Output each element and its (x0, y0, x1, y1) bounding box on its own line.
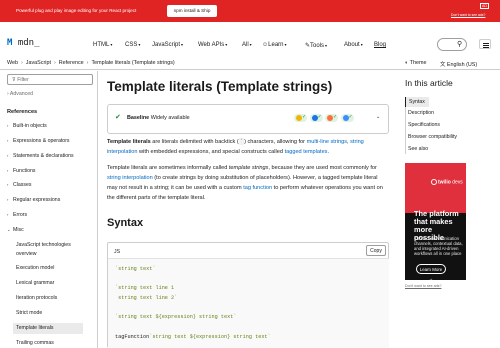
search-button[interactable]: ⚲ (437, 38, 467, 51)
ad-image (405, 163, 466, 213)
chrome-icon: ✓ (294, 114, 307, 122)
sidebar-heading: References (7, 109, 38, 115)
promo-button[interactable]: npm install & Ship (167, 5, 217, 17)
sidebar-item-errors[interactable]: › Errors (7, 212, 27, 218)
code-line: `string text` (115, 266, 156, 272)
sidebar-item-iteration-protocols[interactable]: Iteration protocols (16, 295, 86, 301)
chevron-down-icon: ▾ (138, 42, 141, 47)
tag-function-link[interactable]: tag function (243, 185, 272, 191)
toc-item-description[interactable]: Description (405, 110, 434, 116)
sidebar-item-built-in-objects[interactable]: › Built-in objects (7, 123, 47, 129)
no-ads-link[interactable]: Don't want to see ads? (451, 13, 485, 17)
chevron-down-icon: ▾ (284, 42, 287, 47)
string-interpolation-link-2[interactable]: string interpolation (107, 175, 153, 181)
menu-icon[interactable] (479, 39, 491, 49)
nav-css[interactable]: CSS▾ (125, 42, 140, 48)
firefox-icon: ✓ (325, 114, 338, 122)
copy-button[interactable]: Copy (366, 245, 386, 256)
sidebar-item-classes[interactable]: › Classes (7, 182, 31, 188)
code-line: `string text line 1 (115, 285, 175, 291)
promo-text: Powerful plug and play image editing for… (16, 8, 137, 13)
chevron-down-icon: ▾ (225, 42, 228, 47)
sidebar-ad[interactable]: twilio devs The platform that makes more… (405, 163, 466, 280)
theme-icon: ◐ (405, 60, 409, 66)
arrow-right-icon: → (428, 276, 434, 280)
advanced-toggle[interactable]: › Advanced (7, 91, 33, 97)
page-title: Template literals (Template strings) (107, 79, 333, 94)
sidebar-filter-input[interactable]: ⊽ Filter (7, 74, 93, 85)
nav-html[interactable]: HTML▾ (93, 42, 112, 48)
nav-javascript[interactable]: JavaScript▾ (152, 42, 183, 48)
chevron-down-icon: ▾ (181, 42, 184, 47)
syntax-heading: Syntax (107, 217, 144, 229)
baseline-banner[interactable]: ✔ Baseline Widely available ✓ ✓ ✓ ✓ ⌄ (107, 104, 389, 134)
logo-mark: M (7, 38, 13, 48)
nav-learn[interactable]: ☺Learn▾ (262, 42, 287, 48)
nav-web-apis[interactable]: Web APIs▾ (198, 42, 227, 48)
code-language: JS (114, 249, 121, 255)
code-header: JS Copy (108, 243, 389, 259)
code-line: string text line 2` (115, 295, 178, 301)
nav-all[interactable]: All▾ (242, 42, 252, 48)
check-icon: ✔ (115, 114, 121, 121)
multi-line-strings-link[interactable]: multi-line strings (307, 139, 347, 145)
no-ads-link-side[interactable]: Don't want to see ads? (405, 284, 441, 288)
breadcrumb: Web › JavaScript › Reference › Template litera… (7, 60, 175, 66)
safari-icon: ✓ (340, 114, 354, 122)
ad-learn-more-button[interactable]: Learn More → (416, 264, 446, 280)
breadcrumb-reference[interactable]: Reference (59, 60, 84, 66)
nav-blog[interactable]: Blog (374, 42, 386, 48)
sidebar-item-template-literals[interactable]: Template literals (13, 323, 83, 334)
sidebar-item-statements[interactable]: › Statements & declarations (7, 153, 74, 159)
sidebar-item-expressions[interactable]: › Expressions & operators (7, 138, 70, 144)
ad-label: AD (480, 3, 489, 9)
theme-switcher[interactable]: ◐ Theme (405, 60, 426, 66)
sidebar-item-functions[interactable]: › Functions (7, 168, 36, 174)
search-icon: ⚲ (457, 41, 463, 48)
toc-item-see-also[interactable]: See also (405, 146, 428, 152)
code-line: tagFunction`string text ${expression} st… (115, 334, 271, 340)
twilio-logo: twilio devs (431, 179, 463, 185)
nav-tools[interactable]: ✎Tools▾ (305, 42, 327, 49)
code-line: `string text ${expression} string text` (115, 314, 237, 320)
sidebar-item-misc[interactable]: ⌄ Misc (7, 227, 24, 233)
language-switcher[interactable]: 文 English (US) (440, 60, 477, 68)
ad-body: Connect communication channels, contextu… (414, 236, 463, 256)
mdn-logo[interactable]: M mdn_ (7, 38, 40, 48)
tagged-templates-link[interactable]: tagged templates (285, 149, 328, 155)
toc-item-browser-compatibility[interactable]: Browser compatibility (405, 134, 457, 140)
chevron-down-icon: ▾ (249, 42, 252, 47)
baseline-label: Baseline Widely available (127, 115, 190, 121)
breadcrumb-current[interactable]: Template literals (Template strings) (91, 60, 174, 66)
filter-icon: ⊽ (12, 77, 16, 83)
chevron-down-icon: ▾ (360, 42, 363, 47)
description-paragraph: Template literals are sometimes informal… (107, 165, 383, 201)
sidebar-item-js-technologies[interactable]: JavaScript technologies overview (16, 241, 86, 259)
breadcrumb-bar: Web › JavaScript › Reference › Template litera… (0, 59, 500, 70)
sidebar-item-trailing-commas[interactable]: Trailing commas (16, 340, 86, 346)
language-icon: 文 (440, 62, 446, 68)
sidebar-item-regular-expressions[interactable]: › Regular expressions (7, 197, 60, 203)
chevron-down-icon: ▾ (110, 42, 113, 47)
logo-text: mdn_ (17, 38, 40, 48)
toc-item-syntax[interactable]: Syntax (405, 97, 429, 107)
breadcrumb-javascript[interactable]: JavaScript (26, 60, 51, 66)
browser-support-icons: ✓ ✓ ✓ ✓ (294, 114, 355, 124)
chevron-down-icon[interactable]: ⌄ (376, 114, 380, 120)
sidebar-item-strict-mode[interactable]: Strict mode (16, 310, 86, 316)
sidebar: ⊽ Filter › Advanced References › Built-in… (0, 71, 98, 348)
code-body: `string text` `string text line 1 string… (108, 259, 389, 348)
sidebar-item-lexical-grammar[interactable]: Lexical grammar (16, 280, 86, 286)
sidebar-item-execution-model[interactable]: Execution model (16, 265, 86, 271)
intro-paragraph: Template literals are literals delimited… (107, 138, 364, 155)
nav-about[interactable]: About▾ (344, 42, 363, 48)
code-example: JS Copy `string text` `string text line … (107, 242, 389, 348)
chevron-down-icon: ▾ (325, 43, 328, 48)
breadcrumb-web[interactable]: Web (7, 60, 18, 66)
edge-icon: ✓ (309, 114, 323, 122)
toc-item-specifications[interactable]: Specifications (405, 122, 440, 128)
site-header: M mdn_ HTML▾ CSS▾ JavaScript▾ Web APIs▾ … (0, 34, 500, 56)
promo-banner: Powerful plug and play image editing for… (0, 0, 500, 22)
toc-title: In this article (405, 78, 453, 88)
